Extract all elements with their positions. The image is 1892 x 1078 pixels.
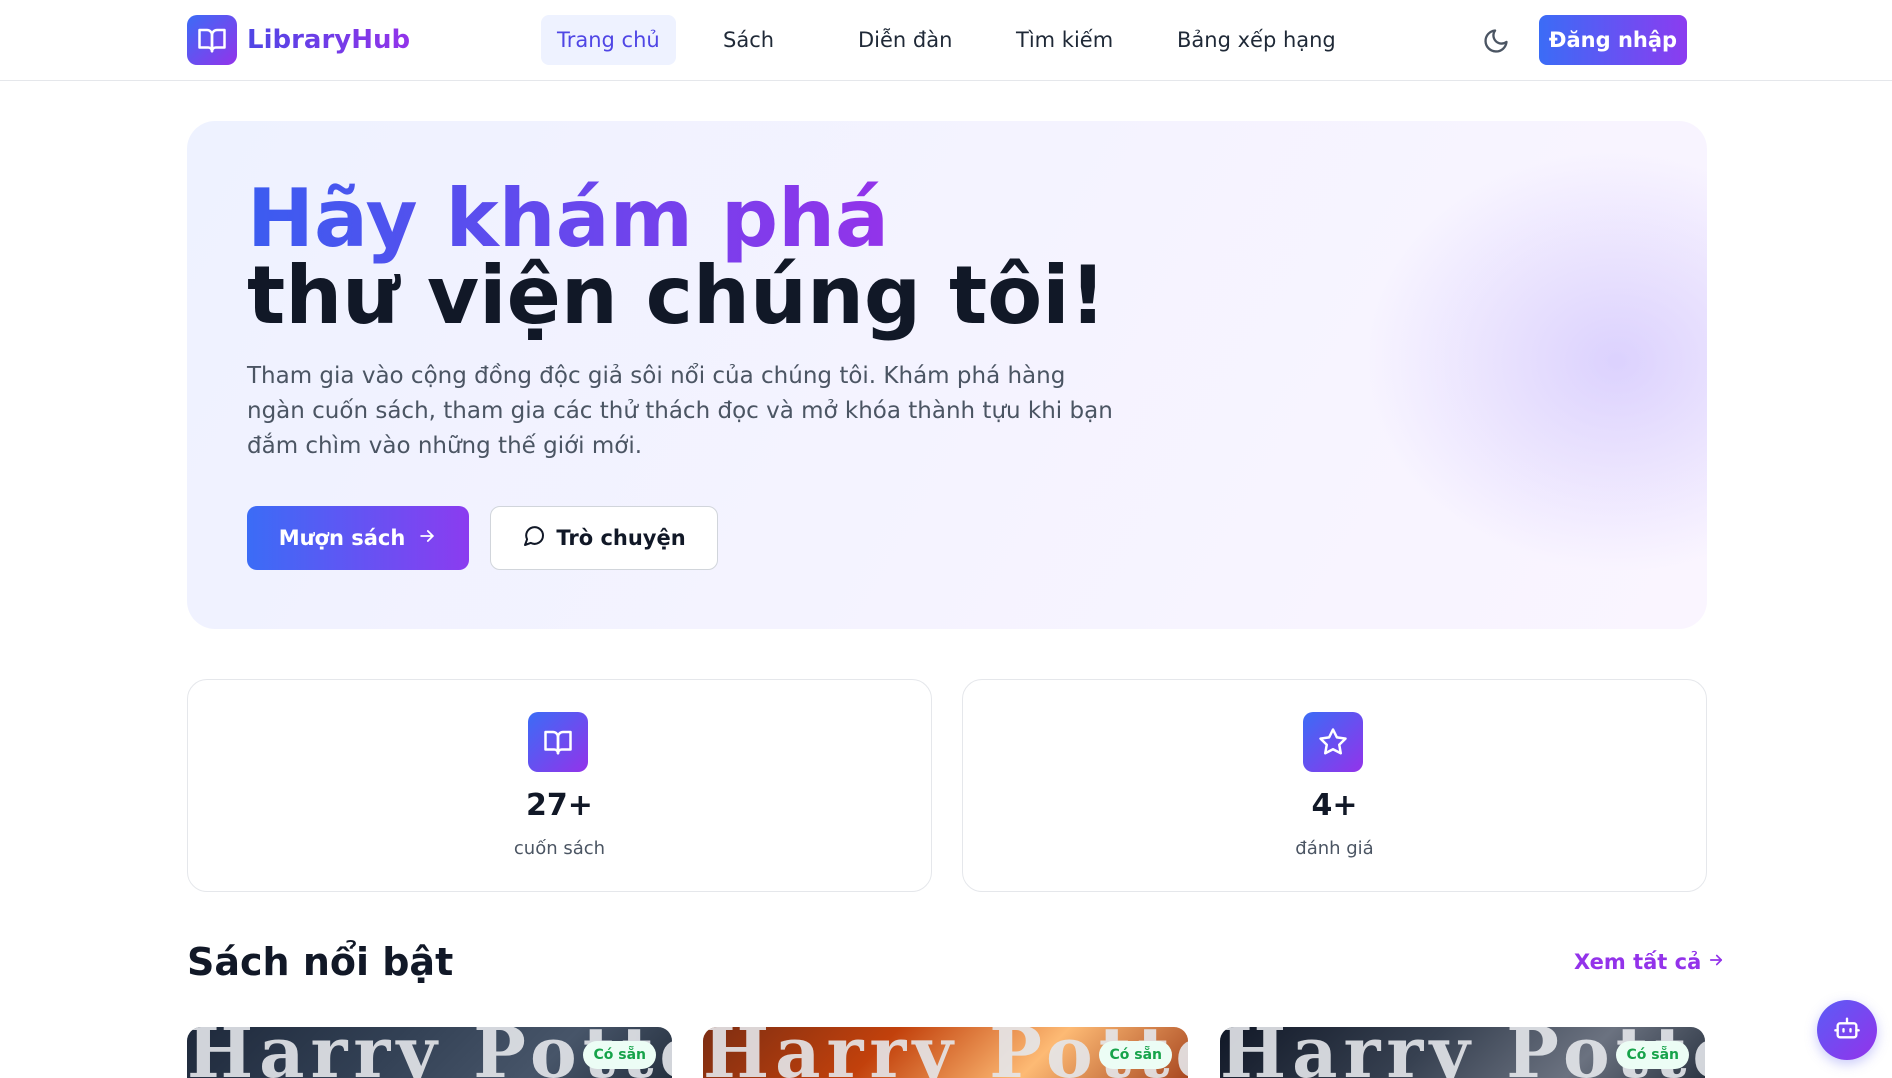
see-all-label: Xem tất cả bbox=[1574, 950, 1702, 974]
stat-value: 27+ bbox=[526, 788, 593, 823]
chat-bubble-icon bbox=[522, 524, 546, 553]
availability-badge: Có sẵn bbox=[583, 1041, 656, 1069]
book-card[interactable]: Harry Potter Có sẵn bbox=[187, 1027, 672, 1078]
nav-home[interactable]: Trang chủ bbox=[541, 15, 676, 65]
nav-search[interactable]: Tìm kiếm bbox=[1000, 15, 1129, 65]
stat-card-reviews: 4+ đánh giá bbox=[962, 679, 1707, 892]
availability-badge: Có sẵn bbox=[1616, 1041, 1689, 1069]
nav-leaderboard[interactable]: Bảng xếp hạng bbox=[1161, 15, 1352, 65]
star-icon bbox=[1303, 712, 1363, 772]
hero-description: Tham gia vào cộng đồng độc giả sôi nổi c… bbox=[247, 363, 1113, 459]
stat-value: 4+ bbox=[1311, 788, 1358, 823]
top-navbar: LibraryHub Trang chủ Sách Diễn đàn Tìm k… bbox=[0, 0, 1892, 81]
book-open-icon bbox=[528, 712, 588, 772]
chat-button[interactable]: Trò chuyện bbox=[490, 506, 718, 570]
availability-badge: Có sẵn bbox=[1099, 1041, 1172, 1069]
borrow-button-label: Mượn sách bbox=[278, 526, 406, 550]
chatbot-button[interactable] bbox=[1817, 1000, 1877, 1060]
login-button[interactable]: Đăng nhập bbox=[1539, 15, 1687, 65]
nav-forum[interactable]: Diễn đàn bbox=[842, 15, 968, 65]
bot-icon bbox=[1833, 1014, 1861, 1046]
stat-label: đánh giá bbox=[1295, 838, 1374, 859]
book-card[interactable]: Harry Potter Có sẵn bbox=[703, 1027, 1188, 1078]
arrow-right-icon bbox=[1707, 950, 1725, 974]
logo[interactable]: LibraryHub bbox=[187, 15, 410, 65]
borrow-button[interactable]: Mượn sách bbox=[247, 506, 469, 570]
nav-books[interactable]: Sách bbox=[707, 15, 790, 65]
featured-title: Sách nổi bật bbox=[187, 940, 454, 984]
hero-glow bbox=[1367, 151, 1707, 571]
chat-button-label: Trò chuyện bbox=[556, 526, 686, 550]
book-open-icon bbox=[187, 15, 237, 65]
stat-label: cuốn sách bbox=[513, 838, 606, 859]
see-all-link[interactable]: Xem tất cả bbox=[1574, 950, 1725, 974]
book-card[interactable]: Harry Potter Có sẵn bbox=[1220, 1027, 1705, 1078]
logo-text: LibraryHub bbox=[247, 25, 411, 55]
stat-card-books: 27+ cuốn sách bbox=[187, 679, 932, 892]
hero-title-line2: thư viện chúng tôi! bbox=[247, 249, 1107, 342]
moon-icon[interactable] bbox=[1482, 27, 1510, 55]
arrow-right-icon bbox=[417, 526, 437, 551]
hero-section: Hãy khám phá thư viện chúng tôi! Tham gi… bbox=[187, 121, 1707, 629]
